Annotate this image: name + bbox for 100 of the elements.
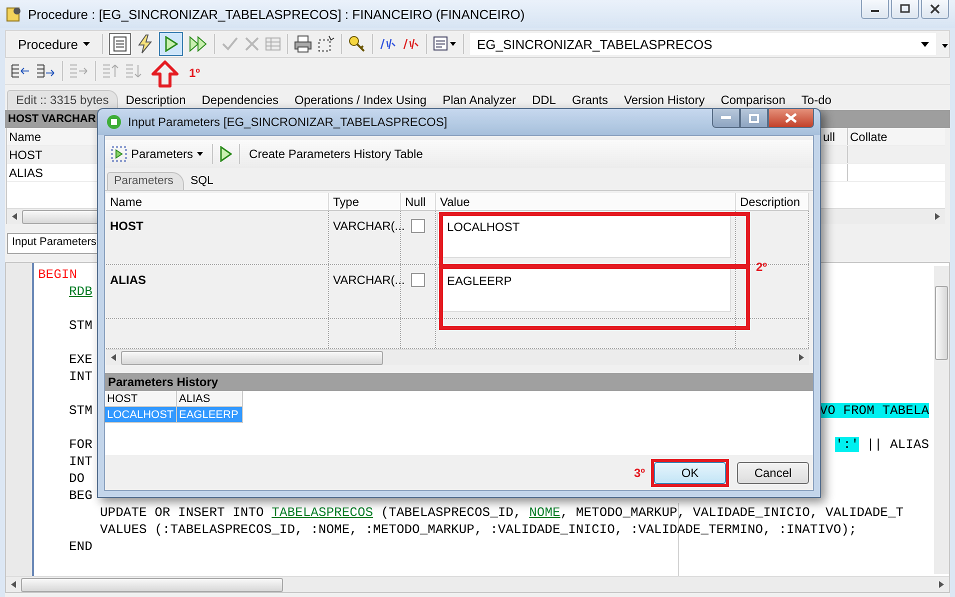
code-fragment: ':' || ALIAS [835,436,929,453]
column-header: ull [822,128,836,145]
column-header: Null [401,193,436,210]
code-fragment: VO FROM TABELA [820,402,929,419]
vertical-scrollbar[interactable] [934,266,949,574]
formula-icon[interactable] [402,37,420,51]
app-icon [106,114,122,130]
list-dropdown-icon[interactable] [432,36,457,52]
code-line: STM [69,317,92,334]
maximize-icon [749,114,759,122]
column-header: Name [8,128,42,145]
object-type-dropdown[interactable]: Procedure [12,34,96,54]
fast-forward-icon[interactable] [188,36,208,52]
input-field[interactable]: EAGLEERP [437,267,731,312]
selection-icon[interactable] [316,35,335,53]
code-line: EXE [69,351,92,368]
tab[interactable]: Comparison [712,91,794,110]
table-cell-text: ALIAS [8,164,44,181]
code-line: INT [69,453,92,470]
key-icon[interactable] [348,35,366,53]
maximize-button[interactable] [740,109,768,128]
parameters-dropdown[interactable]: Parameters [109,144,206,164]
tab[interactable]: Grants [564,91,616,110]
column-header: Name [106,193,329,210]
right-arrow-icon[interactable] [799,354,804,361]
object-name-combo[interactable]: EG_SINCRONIZAR_TABELASPRECOS [470,33,936,55]
play-icon [164,36,178,52]
left-arrow-icon[interactable] [11,581,16,588]
code-line: END [69,538,92,555]
checkbox[interactable] [411,219,425,233]
lightning-icon[interactable] [136,34,154,54]
window-title: Procedure : [EG_SINCRONIZAR_TABELASPRECOS] : FINANCEIRO (FINANCEIRO) [28,6,525,22]
step-label: 3º [634,466,645,480]
code-line: STM [69,402,92,419]
panel-header: Parameters History [105,373,813,391]
code-line: BEG [69,487,92,504]
column-header: HOST [105,391,177,407]
parameter-name: ALIAS [106,265,329,318]
formula-icon[interactable] [378,37,397,51]
horizontal-scrollbar[interactable] [106,349,809,365]
caret-icon [82,42,90,46]
tab[interactable]: Edit :: 3315 bytes [7,90,118,110]
tab[interactable]: Dependencies [194,91,286,110]
input-field[interactable]: LOCALHOST [437,213,731,258]
parameter-name: HOST [106,211,329,264]
play-icon [111,146,127,162]
create-history-table-button[interactable]: Create Parameters History Table [247,145,425,163]
left-arrow-icon[interactable] [111,354,116,361]
close-button[interactable] [768,109,814,128]
play-icon[interactable] [220,146,232,162]
dialog-title: Input Parameters [EG_SINCRONIZAR_TABELASPRECOS] [128,115,448,129]
column-header: Value [436,193,736,210]
column-header: ALIAS [177,391,243,407]
right-arrow-icon[interactable] [935,213,940,220]
outdent-icon[interactable] [36,63,56,79]
close-button[interactable] [921,0,949,19]
step-label: 2º [756,260,768,274]
tab[interactable]: Operations / Index Using [286,91,435,110]
minimize-icon [721,116,731,120]
procedure-icon [6,6,22,22]
scroll-thumb[interactable] [121,350,383,364]
code-line: BEGIN [38,266,78,283]
cancel-button[interactable]: Cancel [737,462,809,484]
caret-icon [197,152,204,156]
minimize-button[interactable] [861,0,889,19]
maximize-button[interactable] [891,0,919,19]
printer-icon[interactable] [294,35,312,53]
checkbox[interactable] [411,273,425,287]
left-arrow-icon[interactable] [12,213,17,220]
close-icon [785,113,797,123]
code-line: DO [69,470,85,487]
column-header: Description [736,193,809,210]
code-line: UPDATE OR INSERT INTO TABELASPRECOS (TABELASPRECOS_ID, NOME, METODO_MARKUP, VALIDADE_INICIO, VALIDADE_T [100,504,904,521]
column-header: Type [329,193,401,210]
up-arrow-icon [151,60,179,88]
document-icon[interactable] [108,33,131,55]
code-line: INT [69,368,92,385]
scroll-thumb[interactable] [935,286,948,360]
column-header: Collate [847,128,945,145]
tab[interactable]: Version History [616,91,713,110]
right-arrow-icon[interactable] [939,581,944,588]
ok-button[interactable]: OK [654,462,726,484]
table-cell-text: HOST [8,146,44,163]
tab[interactable]: Plan Analyzer [434,91,524,110]
tab[interactable]: DDL [524,91,564,110]
code-line: VALUES (:TABELASPRECOS_ID, :NOME, :METODO_MARKUP, :VALIDADE_INICIO, :VALIDADE_TERMINO, :INATIVO); [100,521,857,538]
code-line: RDB [69,283,92,300]
tab[interactable]: SQL [184,173,224,190]
tab[interactable]: To-do [793,91,840,110]
scroll-thumb[interactable] [21,578,283,592]
horizontal-scrollbar[interactable] [6,576,949,592]
run-button[interactable] [158,32,183,56]
minimize-button[interactable] [712,109,740,128]
close-icon [930,4,940,14]
tab[interactable]: Description [118,91,194,110]
indent-icon[interactable] [11,63,31,79]
check-icon[interactable] [220,36,239,52]
code-line: FOR [69,436,92,453]
tab[interactable]: Parameters [107,172,184,190]
caret-icon [921,42,929,46]
